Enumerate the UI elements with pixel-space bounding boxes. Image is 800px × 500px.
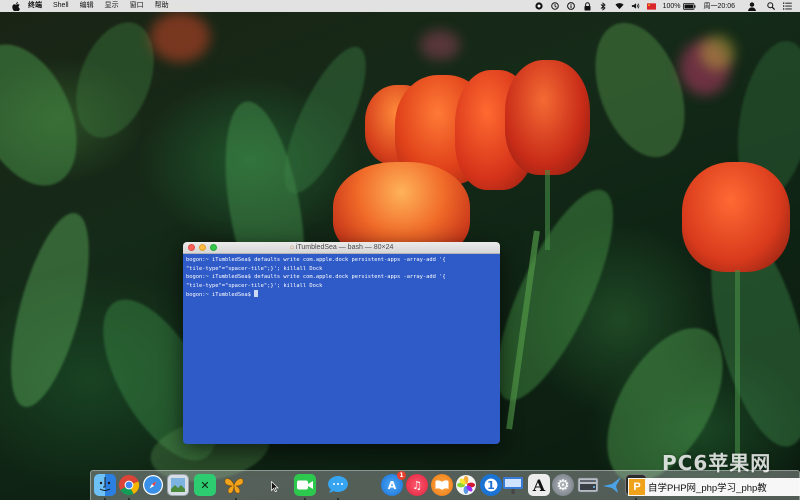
spotlight-icon[interactable]: [766, 2, 775, 11]
timer-icon[interactable]: [551, 2, 560, 11]
terminal-line: "tile-type"="spacer-tile";}'; killall Do…: [186, 282, 323, 289]
minimize-button[interactable]: [199, 244, 206, 251]
watermark-logo: P: [629, 479, 645, 495]
input-flag-icon[interactable]: [646, 2, 656, 11]
app-store-glyph: A: [387, 478, 397, 492]
watermark-bar: P 自学PHP网_php学习_php教: [628, 478, 800, 496]
clock[interactable]: 周一20:06: [703, 1, 735, 11]
preview-icon[interactable]: [167, 474, 189, 496]
info-icon[interactable]: [567, 2, 576, 11]
books-icon[interactable]: [431, 474, 453, 496]
messages-icon[interactable]: [327, 474, 349, 496]
apple-menu-icon[interactable]: [12, 1, 20, 11]
terminal-line: bogon:~ iTumbledSea$ defaults write com.…: [186, 274, 446, 280]
window-title-text: iTumbledSea — bash — 80×24: [295, 243, 394, 251]
menu-app-name[interactable]: 终端: [28, 0, 42, 12]
close-button[interactable]: [188, 244, 195, 251]
keynote-icon[interactable]: [502, 474, 524, 496]
app-store-icon[interactable]: A 1: [381, 471, 406, 496]
bluetooth-icon[interactable]: [599, 1, 608, 11]
menu-help[interactable]: 帮助: [155, 0, 169, 12]
disk-utility-icon[interactable]: [577, 474, 599, 496]
finder-icon[interactable]: [94, 474, 116, 496]
photos-icon[interactable]: [455, 474, 477, 496]
safari-icon[interactable]: [142, 474, 164, 496]
menu-edit[interactable]: 编辑: [80, 0, 94, 12]
music-icon[interactable]: ♫: [406, 474, 428, 496]
watermark-large: PC6苹果网: [662, 451, 772, 475]
terminal-title-bar[interactable]: ⌂ iTumbledSea — bash — 80×24: [183, 242, 500, 254]
terminal-prompt: bogon:~ iTumbledSea$: [186, 292, 255, 298]
menu-view[interactable]: 显示: [105, 0, 119, 12]
mouse-pointer-icon: [271, 481, 279, 492]
watermark-text: 自学PHP网_php学习_php教: [648, 483, 767, 494]
window-title: ⌂ iTumbledSea — bash — 80×24: [183, 242, 500, 254]
xmind-icon[interactable]: ✕: [194, 474, 216, 496]
terminal-prompt-line: bogon:~ iTumbledSea$: [186, 290, 497, 300]
battery-icon[interactable]: [683, 2, 696, 11]
1password-icon[interactable]: 1: [480, 474, 502, 496]
facetime-icon[interactable]: [294, 474, 316, 496]
terminal-line: "tile-type"="spacer-tile";}'; killall Do…: [186, 265, 323, 272]
zoom-button[interactable]: [210, 244, 217, 251]
terminal-line: bogon:~ iTumbledSea$ defaults write com.…: [186, 257, 446, 263]
record-icon[interactable]: [535, 2, 544, 11]
volume-icon[interactable]: [631, 2, 640, 11]
user-icon[interactable]: [747, 1, 756, 11]
bird-app-icon[interactable]: [601, 474, 623, 496]
app-store-badge: 1: [397, 471, 406, 480]
butterfly-app-icon[interactable]: [223, 474, 245, 496]
home-folder-icon: ⌂: [289, 243, 294, 251]
menu-window[interactable]: 窗口: [130, 0, 144, 12]
notification-icon[interactable]: [783, 2, 792, 11]
lock-icon[interactable]: [583, 1, 592, 11]
system-preferences-icon[interactable]: ⚙: [552, 474, 574, 496]
menu-bar: 终端 Shell 编辑 显示 窗口 帮助 100% 周一20:06: [0, 0, 800, 12]
terminal-window[interactable]: ⌂ iTumbledSea — bash — 80×24 bogon:~ iTum…: [183, 242, 500, 444]
terminal-content[interactable]: bogon:~ iTumbledSea$ defaults write com.…: [183, 254, 500, 444]
wifi-icon[interactable]: [615, 2, 624, 11]
chrome-icon[interactable]: [118, 474, 140, 496]
text-cursor: [254, 290, 259, 297]
menu-shell[interactable]: Shell: [53, 0, 69, 12]
font-book-icon[interactable]: A: [528, 474, 550, 496]
battery-percent[interactable]: 100%: [663, 3, 681, 10]
